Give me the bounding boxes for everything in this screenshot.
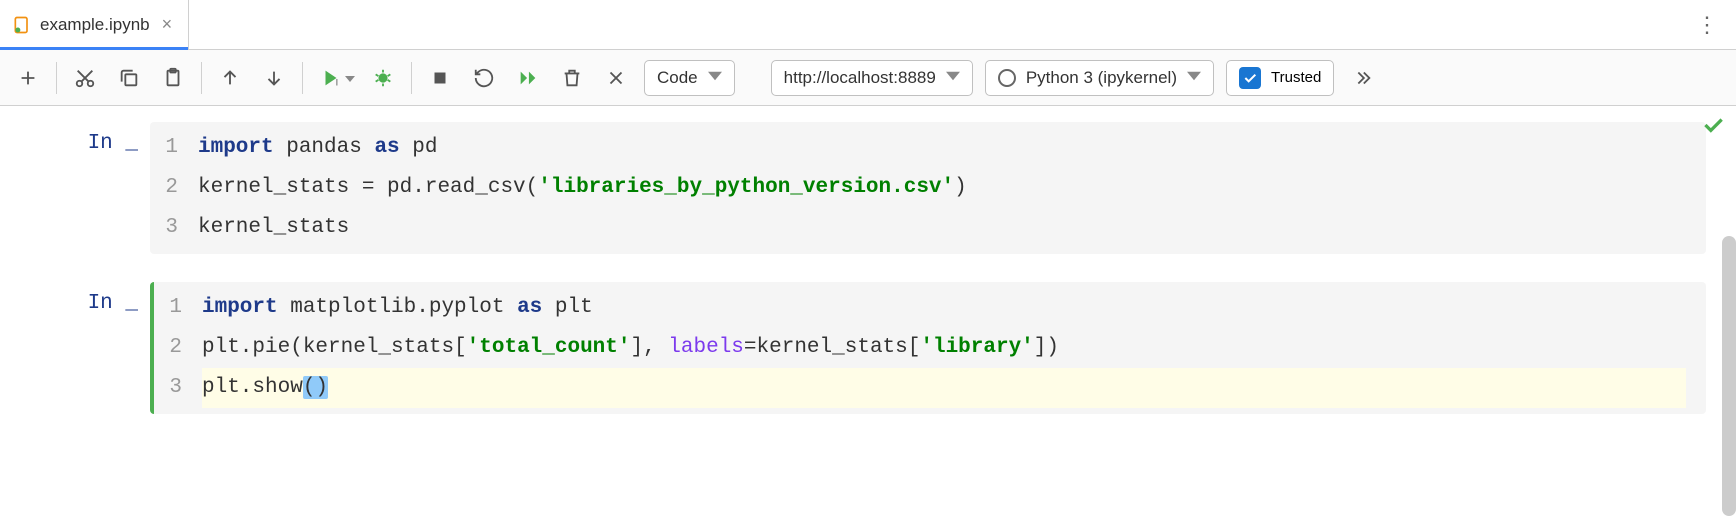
svg-text:I: I [336,77,339,87]
tab-filename: example.ipynb [40,15,150,35]
code-cell[interactable]: In _123import matplotlib.pyplot as pltpl… [0,278,1736,418]
cell-type-value: Code [657,68,698,88]
code-line[interactable]: plt.pie(kernel_stats['total_count'], lab… [202,328,1686,368]
notebook-toolbar: I Code http://localhost:8889 Python 3 (i… [0,50,1736,106]
cell-input-area[interactable]: 123import pandas as pdkernel_stats = pd.… [150,122,1706,254]
delete-cell-button[interactable] [552,58,592,98]
move-up-button[interactable] [210,58,250,98]
code-editor[interactable]: import matplotlib.pyplot as pltplt.pie(k… [194,288,1706,408]
chevron-down-icon [708,68,722,88]
code-line[interactable]: plt.show() [202,368,1686,408]
run-all-button[interactable] [508,58,548,98]
notebook-area: In _123import pandas as pdkernel_stats =… [0,106,1736,418]
run-dropdown-caret[interactable] [345,69,359,86]
restart-button[interactable] [464,58,504,98]
line-number-gutter: 123 [154,288,194,408]
line-number-gutter: 123 [150,128,190,248]
server-url: http://localhost:8889 [784,68,936,88]
toolbar-divider [56,62,57,94]
debug-button[interactable] [363,58,403,98]
cell-input-area[interactable]: 123import matplotlib.pyplot as pltplt.pi… [150,282,1706,414]
notebook-file-icon [12,15,32,35]
code-editor[interactable]: import pandas as pdkernel_stats = pd.rea… [190,128,1706,248]
interrupt-button[interactable] [420,58,460,98]
clear-output-button[interactable] [596,58,636,98]
toolbar-divider [411,62,412,94]
code-cell[interactable]: In _123import pandas as pdkernel_stats =… [0,118,1736,258]
move-down-button[interactable] [254,58,294,98]
cut-button[interactable] [65,58,105,98]
toolbar-divider [302,62,303,94]
cell-prompt: In _ [0,122,150,254]
trusted-label: Trusted [1271,69,1321,86]
code-line[interactable]: import matplotlib.pyplot as plt [202,288,1686,328]
kernel-status-idle-icon [998,69,1016,87]
active-tab-indicator [0,47,188,50]
toolbar-overflow-button[interactable] [1342,58,1382,98]
paste-button[interactable] [153,58,193,98]
kernel-select[interactable]: Python 3 (ipykernel) [985,60,1214,96]
cell-prompt: In _ [0,282,150,414]
vertical-scrollbar[interactable] [1722,236,1736,516]
chevron-down-icon [1187,68,1201,88]
kernel-name: Python 3 (ipykernel) [1026,68,1177,88]
trusted-checkbox-icon [1239,67,1261,89]
toolbar-divider [201,62,202,94]
code-line[interactable]: import pandas as pd [198,128,1686,168]
chevron-down-icon [946,68,960,88]
tab-overflow-menu[interactable]: ⋮ [1680,12,1736,38]
code-line[interactable]: kernel_stats [198,208,1686,248]
cell-type-select[interactable]: Code [644,60,735,96]
server-select[interactable]: http://localhost:8889 [771,60,973,96]
tab-bar: example.ipynb × ⋮ [0,0,1736,50]
add-cell-button[interactable] [8,58,48,98]
kernel-ready-check-icon [1700,112,1726,142]
copy-button[interactable] [109,58,149,98]
code-line[interactable]: kernel_stats = pd.read_csv('libraries_by… [198,168,1686,208]
close-tab-icon[interactable]: × [158,14,177,35]
trusted-toggle[interactable]: Trusted [1226,60,1334,96]
editor-tab[interactable]: example.ipynb × [0,0,189,49]
